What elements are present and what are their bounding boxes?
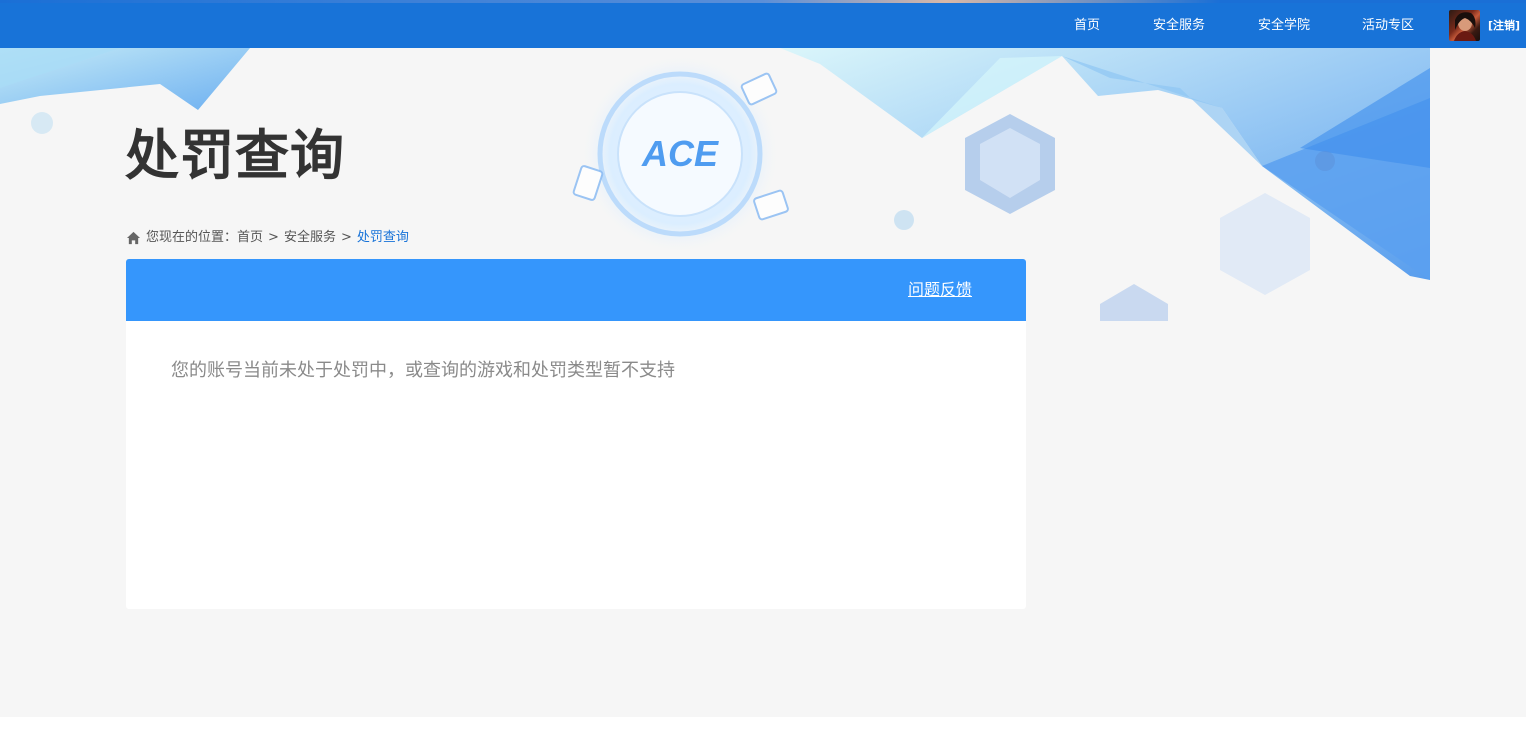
page-title: 处罚查询 [125,124,345,187]
top-navbar: 首页 安全服务 安全学院 活动专区 [注销] [0,3,1526,48]
result-card-header: 问题反馈 [126,259,1026,321]
user-avatar[interactable] [1449,10,1480,41]
breadcrumb-section[interactable]: 安全服务 [284,229,336,247]
avatar-portrait-icon [1454,12,1476,41]
breadcrumb-prefix: 您现在的位置： [146,230,238,245]
nav-item-security-academy[interactable]: 安全学院 [1258,3,1310,48]
home-icon [126,231,141,245]
feedback-link[interactable]: 问题反馈 [908,259,972,321]
breadcrumb-current: 处罚查询 [356,230,409,245]
breadcrumb-home[interactable]: 首页 [237,229,263,247]
nav-item-security-service[interactable]: 安全服务 [1153,3,1205,48]
result-message: 您的账号当前未处于处罚中，或查询的游戏和处罚类型暂不支持 [171,360,675,381]
nav-item-activities[interactable]: 活动专区 [1362,3,1414,48]
footer [0,717,1526,748]
result-card-body: 您的账号当前未处于处罚中，或查询的游戏和处罚类型暂不支持 [126,321,1026,609]
logout-link[interactable]: [注销] [1488,3,1520,48]
breadcrumb: 您现在的位置： 首页 > 安全服务 > 处罚查询 [126,229,409,247]
svg-text:ACE: ACE [641,133,719,174]
nav-item-home[interactable]: 首页 [1074,3,1100,48]
breadcrumb-separator: > [340,230,352,245]
breadcrumb-separator: > [268,230,279,245]
